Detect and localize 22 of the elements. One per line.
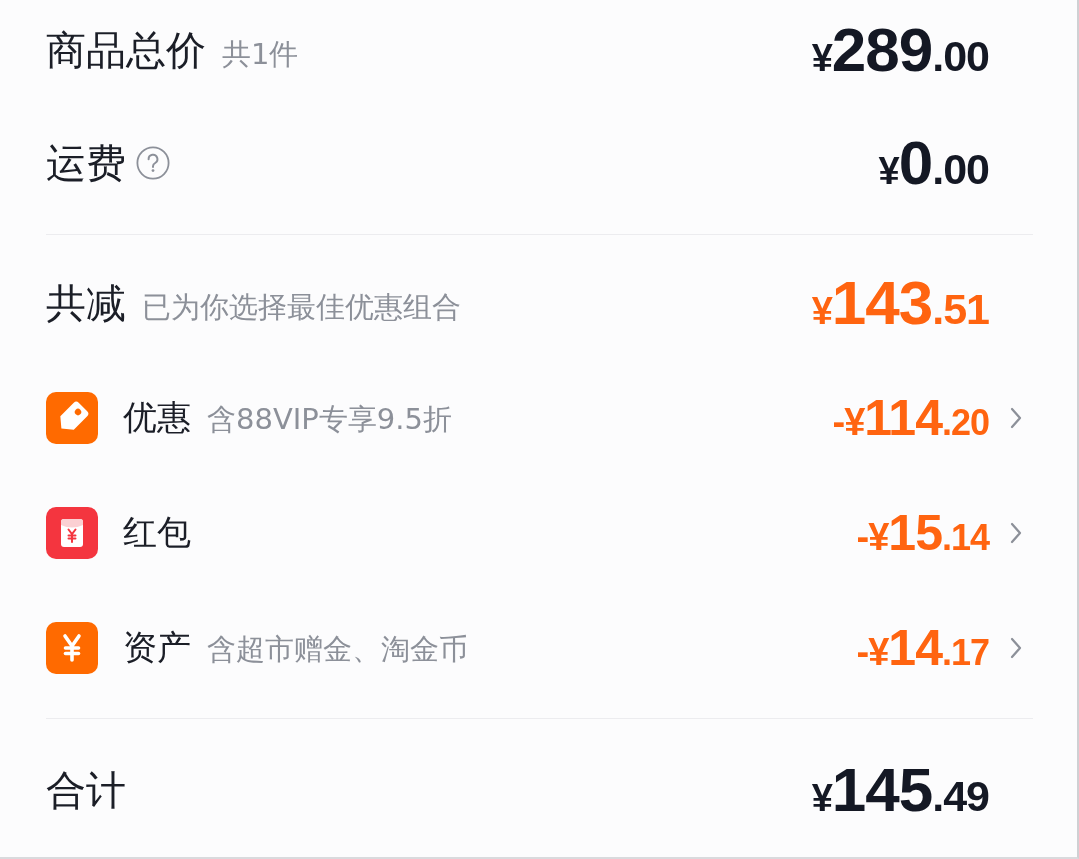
discount-amount-text: -¥114.20: [832, 393, 989, 443]
label-text: 运费: [46, 138, 126, 188]
chevron-right-icon[interactable]: [1009, 521, 1023, 545]
hint-text: 含88VIP专享9.5折: [207, 401, 452, 438]
hint-text: 共1件: [222, 35, 299, 73]
discount-amount-text: -¥15.14: [856, 508, 989, 558]
hint-text: 含超市赠金、淘金币: [207, 631, 468, 668]
label-text: 商品总价: [46, 25, 206, 75]
label-text: 共减: [46, 278, 126, 328]
price-text: ¥145.49: [811, 759, 989, 821]
label-text: 优惠: [123, 396, 191, 439]
discount-amount-text: -¥14.17: [856, 623, 989, 673]
help-icon[interactable]: [136, 146, 170, 180]
chevron-right-icon[interactable]: [1009, 636, 1023, 660]
price-text: ¥289.00: [811, 19, 989, 81]
label-text: 合计: [46, 765, 126, 815]
discount-total-text: ¥143.51: [811, 272, 989, 334]
chevron-right-icon[interactable]: [1009, 406, 1023, 430]
price-text: ¥0.00: [878, 132, 989, 194]
label-text: 资产: [123, 626, 191, 669]
hint-text: 已为你选择最佳优惠组合: [142, 288, 461, 326]
label-text: 红包: [123, 511, 191, 554]
